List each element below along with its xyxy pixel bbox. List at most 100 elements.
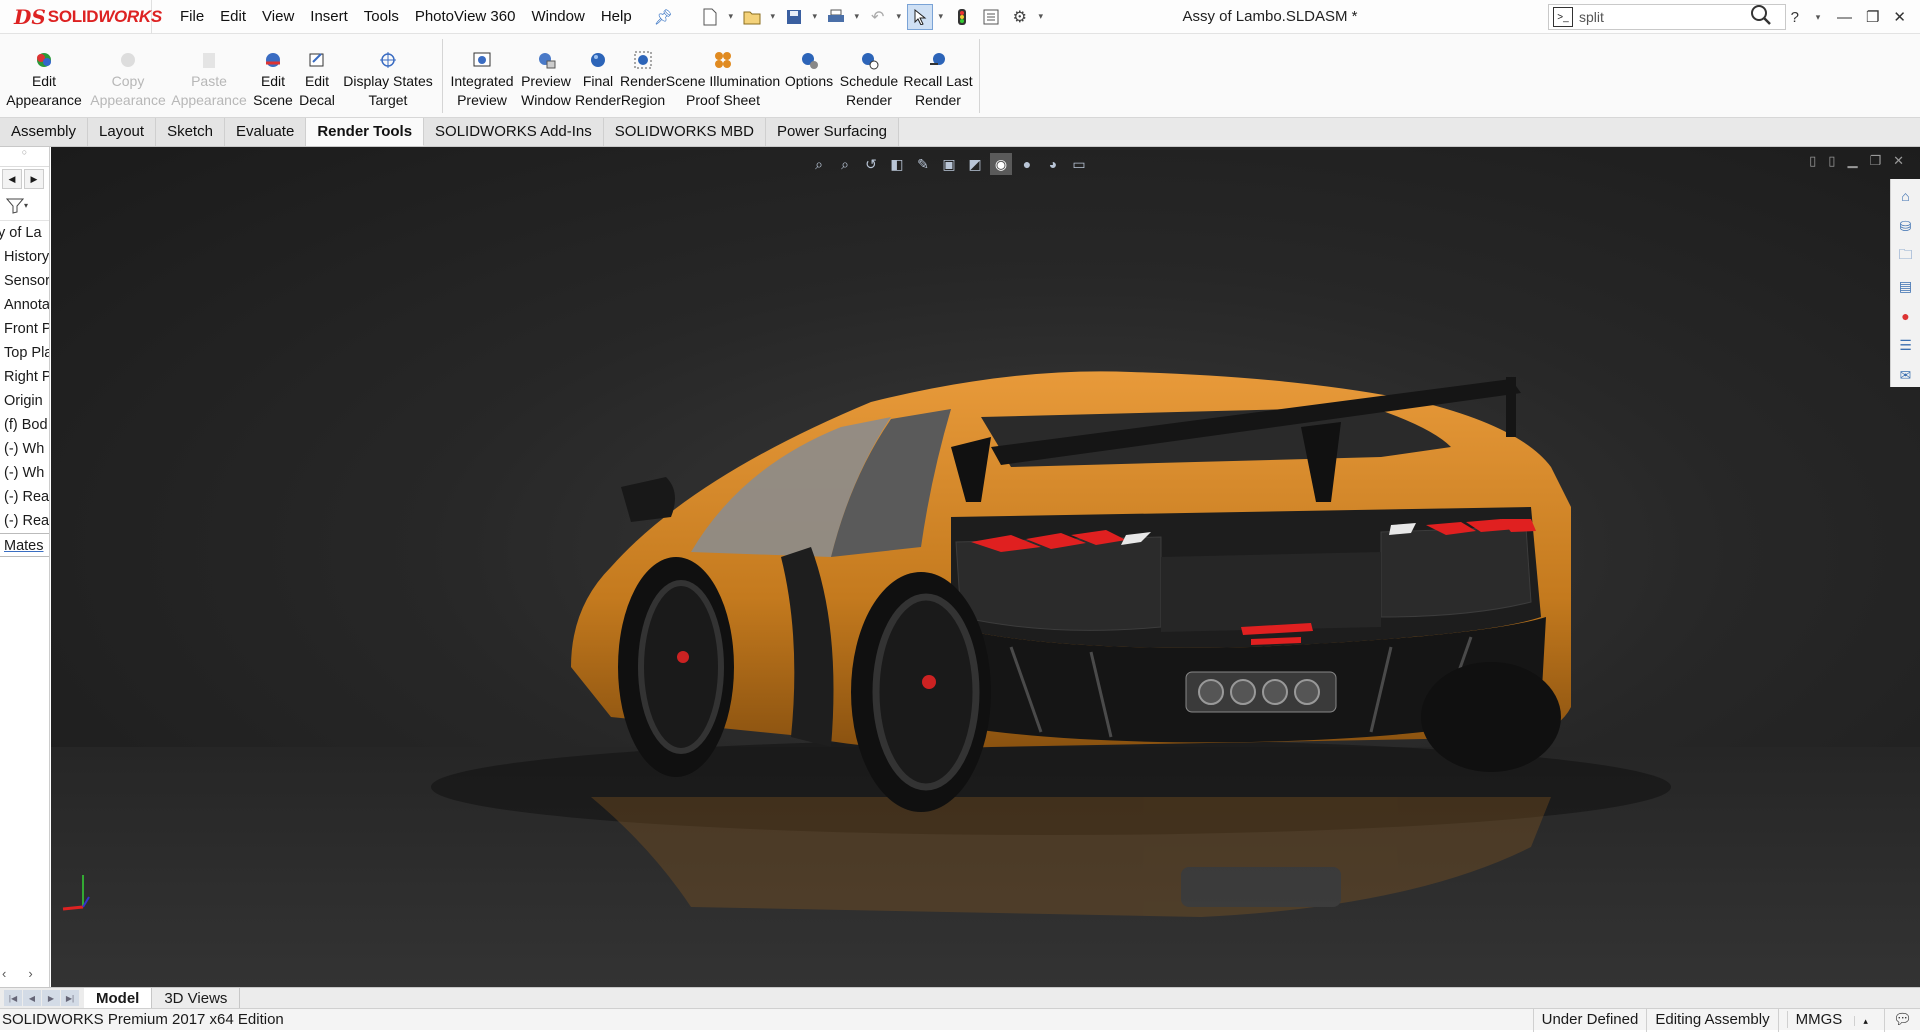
chevron-down-icon[interactable]: ▾ — [1036, 11, 1046, 22]
menu-help[interactable]: Help — [593, 0, 640, 34]
display-style-icon[interactable]: ◩ — [964, 153, 986, 175]
save-icon[interactable] — [781, 4, 807, 30]
menu-photoview[interactable]: PhotoView 360 — [407, 0, 524, 34]
print-icon[interactable] — [823, 4, 849, 30]
filter-icon[interactable]: ▾ — [0, 191, 49, 221]
previous-view-icon[interactable]: ↺ — [860, 153, 882, 175]
integrated-preview-button[interactable]: Integrated Preview — [447, 34, 517, 117]
chevron-left-icon[interactable]: ‹ — [2, 966, 6, 981]
preview-window-button[interactable]: Preview Window — [517, 34, 575, 117]
view-palette-icon[interactable]: ▤ — [1896, 275, 1916, 298]
tab-3d-views[interactable]: 3D Views — [152, 987, 241, 1009]
open-folder-icon[interactable] — [739, 4, 765, 30]
display-states-target-button[interactable]: Display States Target — [338, 34, 438, 117]
schedule-render-button[interactable]: Schedule Render — [837, 34, 901, 117]
tab-solidworks-add-ins[interactable]: SOLIDWORKS Add-Ins — [424, 118, 604, 146]
scene-illumination-proof-sheet-button[interactable]: Scene Illumination Proof Sheet — [665, 34, 781, 117]
tree-wheel-1[interactable]: (-) Wh — [0, 437, 49, 461]
home-icon[interactable]: ⌂ — [1896, 185, 1916, 208]
edit-appearance-button[interactable]: Edit Appearance — [0, 34, 88, 117]
view-settings-icon[interactable]: ▭ — [1068, 153, 1090, 175]
custom-properties-icon[interactable]: ☰ — [1896, 334, 1916, 357]
zoom-to-fit-icon[interactable]: ⌕ — [808, 153, 830, 175]
copy-appearance-button[interactable]: Copy Appearance — [88, 34, 168, 117]
menu-window[interactable]: Window — [523, 0, 592, 34]
close-icon[interactable]: ✕ — [1893, 153, 1904, 169]
chevron-down-icon[interactable]: ▾ — [768, 11, 778, 22]
tab-sketch[interactable]: Sketch — [156, 118, 225, 146]
edit-decal-button[interactable]: Edit Decal — [296, 34, 338, 117]
restore-icon[interactable]: ❐ — [1866, 8, 1879, 26]
units-selector[interactable]: MMGS ▴ — [1777, 1009, 1884, 1032]
tab-power-surfacing[interactable]: Power Surfacing — [765, 118, 900, 146]
tab-model[interactable]: Model — [84, 987, 153, 1009]
split-view-horizontal-icon[interactable]: ▯ — [1828, 153, 1835, 169]
minimize-icon[interactable]: ▁ — [1847, 153, 1857, 169]
tree-front-plane[interactable]: Front P — [0, 317, 49, 341]
select-arrow-icon[interactable] — [906, 3, 933, 30]
recall-last-render-button[interactable]: Recall Last Render — [901, 34, 975, 117]
zoom-to-area-icon[interactable]: ⌕ — [834, 153, 856, 175]
paste-appearance-button[interactable]: Paste Appearance — [168, 34, 250, 117]
pin-menu-icon[interactable]: 📌︎ — [654, 8, 673, 26]
tab-layout[interactable]: Layout — [88, 118, 157, 146]
apply-scene-icon[interactable]: ◕ — [1042, 153, 1064, 175]
menu-edit[interactable]: Edit — [212, 0, 254, 34]
final-render-button[interactable]: Final Render — [575, 34, 621, 117]
tab-evaluate[interactable]: Evaluate — [224, 118, 307, 146]
panel-splitter-handle[interactable]: ○ — [0, 147, 49, 167]
tab-assembly[interactable]: Assembly — [0, 118, 89, 146]
tab-render-tools[interactable]: Render Tools — [306, 118, 425, 146]
graphics-viewport[interactable]: ⌕ ⌕ ↺ ◧ ✎ ▣ ◩ ◉ ● ◕ ▭ ▯ ▯ ▁ ❐ ✕ ⌂ ⛁ 🗀︎ ▤… — [51, 147, 1920, 987]
last-tab-icon[interactable]: ▶| — [61, 990, 79, 1006]
minimize-icon[interactable]: — — [1837, 9, 1852, 26]
hide-show-items-icon[interactable]: ◉ — [990, 153, 1012, 175]
file-explorer-icon[interactable]: 🗀︎ — [1896, 245, 1916, 268]
section-view-icon[interactable]: ◧ — [886, 153, 908, 175]
tree-mates[interactable]: Mates — [0, 533, 49, 557]
tree-body[interactable]: (f) Bod — [0, 413, 49, 437]
chevron-down-icon[interactable]: ▾ — [852, 11, 862, 22]
comments-icon[interactable]: 💬︎ — [1883, 1009, 1920, 1032]
tree-sensors[interactable]: Sensor — [0, 269, 49, 293]
forum-icon[interactable]: ✉ — [1896, 364, 1916, 387]
tree-right-plane[interactable]: Right P — [0, 365, 49, 389]
chevron-right-icon[interactable]: ▶ — [24, 169, 44, 189]
undo-icon[interactable]: ↶ — [865, 4, 891, 30]
chevron-down-icon[interactable]: ▾ — [1813, 12, 1823, 23]
search-input[interactable] — [1579, 9, 1729, 25]
tree-rear-2[interactable]: (-) Rea — [0, 509, 49, 533]
split-view-icon[interactable]: ▯ — [1809, 153, 1816, 169]
tree-history[interactable]: History — [0, 245, 49, 269]
render-region-button[interactable]: Render Region — [620, 34, 666, 117]
view-orientation-icon[interactable]: ▣ — [938, 153, 960, 175]
menu-tools[interactable]: Tools — [356, 0, 407, 34]
car-model-render[interactable] — [51, 147, 1920, 987]
tree-top-plane[interactable]: Top Pla — [0, 341, 49, 365]
next-tab-icon[interactable]: ▶ — [42, 990, 60, 1006]
rebuild-traffic-light-icon[interactable] — [949, 4, 975, 30]
search-icon[interactable] — [1750, 4, 1772, 32]
chevron-left-icon[interactable]: ◀ — [2, 169, 22, 189]
close-icon[interactable]: ✕ — [1893, 8, 1906, 26]
chevron-down-icon[interactable]: ▾ — [810, 11, 820, 22]
tab-solidworks-mbd[interactable]: SOLIDWORKS MBD — [603, 118, 766, 146]
help-icon[interactable]: ? — [1791, 9, 1799, 26]
tree-root-assembly[interactable]: y of La — [0, 221, 49, 245]
menu-file[interactable]: File — [172, 0, 212, 34]
chevron-down-icon[interactable]: ▾ — [894, 11, 904, 22]
command-prompt-icon[interactable]: >_ — [1553, 7, 1573, 27]
chevron-down-icon[interactable]: ▾ — [726, 11, 736, 22]
edit-scene-button[interactable]: Edit Scene — [250, 34, 296, 117]
first-tab-icon[interactable]: |◀ — [4, 990, 22, 1006]
new-document-icon[interactable] — [697, 4, 723, 30]
gear-icon[interactable]: ⚙ — [1007, 4, 1033, 30]
edit-appearance-icon[interactable]: ● — [1016, 153, 1038, 175]
chevron-down-icon[interactable]: ▾ — [936, 11, 946, 22]
options-button[interactable]: Options — [781, 34, 837, 117]
dynamic-annotation-icon[interactable]: ✎ — [912, 153, 934, 175]
solidworks-logo[interactable]: DS SOLIDWORKS — [0, 0, 162, 34]
previous-tab-icon[interactable]: ◀ — [23, 990, 41, 1006]
menu-view[interactable]: View — [254, 0, 302, 34]
restore-icon[interactable]: ❐ — [1869, 153, 1881, 169]
